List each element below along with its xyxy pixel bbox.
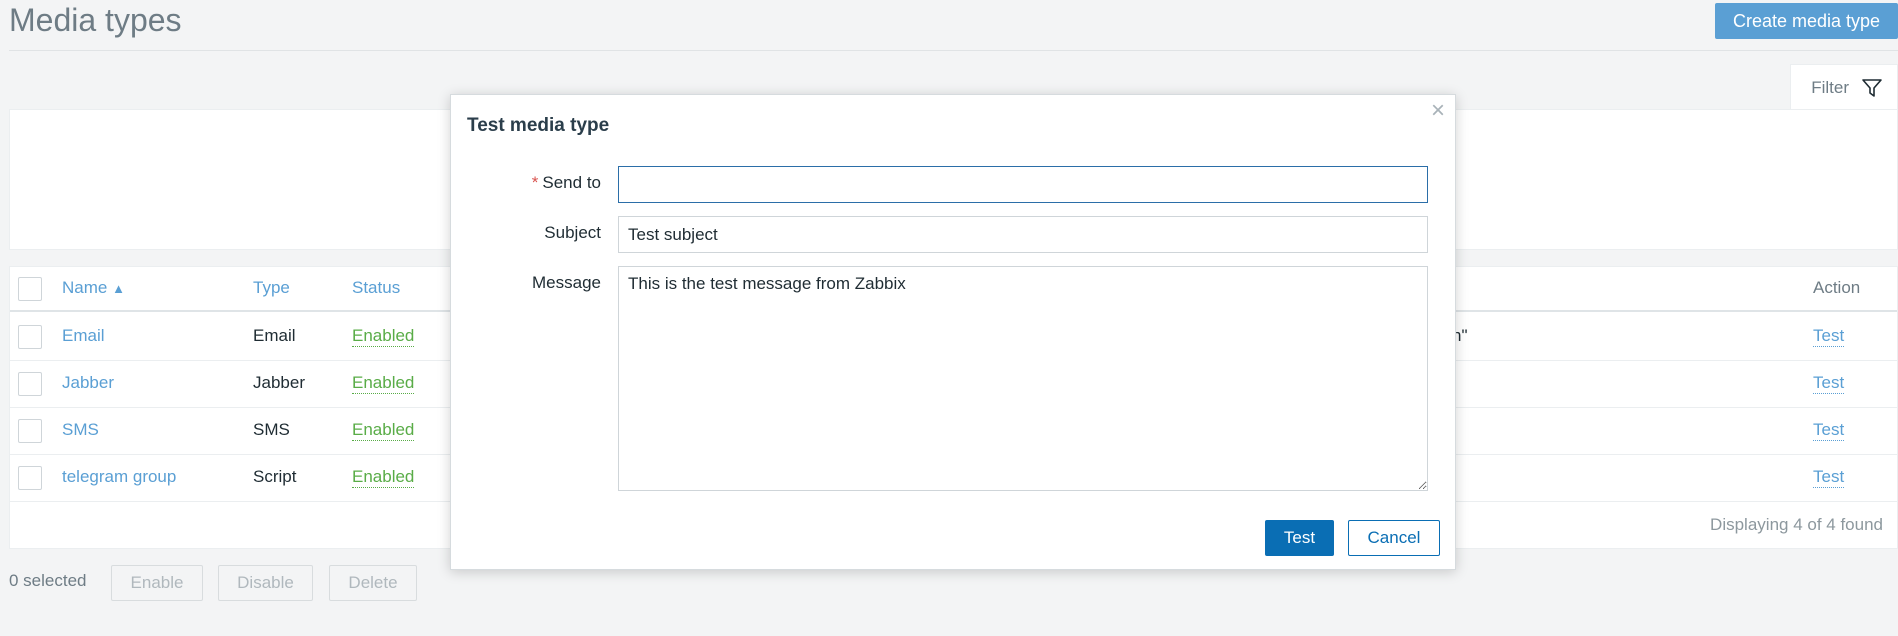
test-action-link[interactable]: Test: [1813, 326, 1845, 347]
funnel-icon: [1862, 78, 1882, 97]
enable-button[interactable]: Enable: [111, 565, 203, 601]
status-toggle[interactable]: Enabled: [352, 373, 415, 394]
close-icon[interactable]: ×: [1431, 99, 1445, 123]
subject-label: Subject: [544, 223, 601, 242]
status-toggle[interactable]: Enabled: [352, 326, 415, 347]
page-title: Media types: [9, 2, 182, 38]
message-label: Message: [532, 273, 601, 292]
disable-button[interactable]: Disable: [218, 565, 313, 601]
column-type-header[interactable]: Type: [253, 278, 290, 298]
select-all-checkbox[interactable]: [18, 277, 42, 301]
test-action-link[interactable]: Test: [1813, 467, 1845, 488]
cancel-button[interactable]: Cancel: [1348, 520, 1440, 556]
media-type-type: Script: [253, 467, 297, 486]
status-toggle[interactable]: Enabled: [352, 420, 415, 441]
test-action-link[interactable]: Test: [1813, 373, 1845, 394]
test-media-type-dialog: Test media type × *Send to Subject Messa…: [450, 94, 1456, 570]
media-type-type: Jabber: [253, 373, 305, 392]
row-checkbox[interactable]: [18, 372, 42, 396]
test-action-link[interactable]: Test: [1813, 420, 1845, 441]
media-type-name-link[interactable]: Jabber: [62, 373, 114, 393]
send-to-label: * Send to: [451, 173, 601, 193]
row-checkbox[interactable]: [18, 466, 42, 490]
send-to-input[interactable]: [618, 166, 1428, 203]
sort-ascending-icon: ▲: [112, 281, 125, 296]
header-divider: [9, 50, 1898, 51]
row-checkbox[interactable]: [18, 325, 42, 349]
page: Media types Create media type Filter Nam…: [0, 0, 1898, 636]
required-asterisk: *: [531, 173, 539, 192]
test-button[interactable]: Test: [1265, 520, 1334, 556]
media-type-name-link[interactable]: telegram group: [62, 467, 176, 487]
selected-count: 0 selected: [9, 571, 87, 590]
filter-label: Filter: [1811, 77, 1849, 97]
results-count: Displaying 4 of 4 found: [1710, 515, 1883, 534]
send-to-label-text: Send to: [542, 173, 601, 192]
column-action-header: Action: [1813, 278, 1861, 297]
column-name-label: Name: [62, 278, 108, 297]
media-type-name-link[interactable]: Email: [62, 326, 105, 346]
message-textarea[interactable]: This is the test message from Zabbix: [618, 266, 1428, 491]
media-type-type: Email: [253, 326, 296, 345]
filter-tab[interactable]: Filter: [1790, 64, 1898, 110]
create-media-type-button[interactable]: Create media type: [1715, 3, 1898, 39]
column-name-header[interactable]: Name ▲: [62, 278, 125, 298]
dialog-title: Test media type: [467, 115, 610, 136]
delete-button[interactable]: Delete: [329, 565, 417, 601]
column-status-header[interactable]: Status: [352, 278, 400, 298]
row-checkbox[interactable]: [18, 419, 42, 443]
media-type-name-link[interactable]: SMS: [62, 420, 99, 440]
subject-input[interactable]: [618, 216, 1428, 253]
status-toggle[interactable]: Enabled: [352, 467, 415, 488]
media-type-type: SMS: [253, 420, 290, 439]
